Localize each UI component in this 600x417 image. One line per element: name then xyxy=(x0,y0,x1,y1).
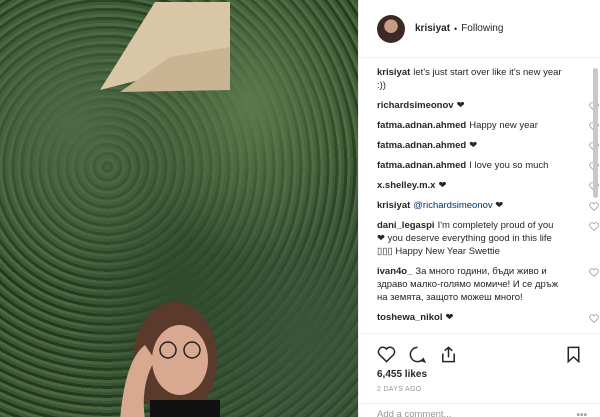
comment-item: richardsimeonov ❤ xyxy=(377,99,599,112)
comment-text: ❤ xyxy=(469,140,478,151)
like-comment-heart-icon[interactable] xyxy=(589,222,599,231)
person-figure xyxy=(120,302,220,417)
header-separator: • xyxy=(454,23,458,34)
comment-user[interactable]: fatma.adnan.ahmed xyxy=(377,160,466,171)
comment-text: ❤ xyxy=(438,180,447,191)
comment-user[interactable]: x.shelley.m.x xyxy=(377,180,435,191)
wall-art-panel xyxy=(100,2,230,92)
like-comment-heart-icon[interactable] xyxy=(589,314,599,323)
comment-user[interactable]: krisiyat xyxy=(377,67,410,78)
comment-item: fatma.adnan.ahmed ❤ xyxy=(377,139,599,152)
post-actions: 6,455 likes 2 DAYS AGO xyxy=(359,333,600,393)
share-icon[interactable] xyxy=(439,345,458,364)
add-comment-input[interactable]: Add a comment... ••• xyxy=(359,403,600,417)
comment-item: fatma.adnan.ahmed I love you so much xyxy=(377,159,599,172)
comment-bubble-icon[interactable] xyxy=(408,345,427,364)
comment-user[interactable]: ivan4o_ xyxy=(377,266,412,277)
comment-item: ivan4o_ За много години, бъди живо и здра… xyxy=(377,265,599,304)
like-count[interactable]: 6,455 likes xyxy=(377,369,583,380)
comment-item: toshewa_nikol ❤ xyxy=(377,311,599,324)
post-sidebar: krisiyat • Following krisiyat let's just … xyxy=(358,0,600,417)
add-comment-placeholder: Add a comment... xyxy=(377,409,452,417)
comment-list: krisiyat let's just start over like it's … xyxy=(377,66,599,328)
comment-text: Happy new year xyxy=(469,120,538,131)
following-button[interactable]: Following xyxy=(461,23,503,34)
comment-user[interactable]: richardsimeonov xyxy=(377,100,454,111)
post-photo[interactable] xyxy=(0,0,358,417)
comment-user[interactable]: fatma.adnan.ahmed xyxy=(377,120,466,131)
comment-text: ❤ xyxy=(445,312,454,323)
comment-user[interactable]: krisiyat xyxy=(377,200,410,211)
avatar[interactable] xyxy=(377,14,405,43)
post-header: krisiyat • Following xyxy=(359,0,600,58)
bookmark-icon[interactable] xyxy=(564,345,583,364)
post-timestamp[interactable]: 2 DAYS AGO xyxy=(377,386,583,393)
comment-user[interactable]: dani_legaspi xyxy=(377,220,435,231)
comments-scrollbar[interactable] xyxy=(593,68,598,198)
comment-user[interactable]: toshewa_nikol xyxy=(377,312,442,323)
comment-mention[interactable]: @richardsimeonov xyxy=(413,200,492,211)
comment-text: ❤ xyxy=(456,100,465,111)
like-heart-icon[interactable] xyxy=(377,345,396,364)
like-comment-heart-icon[interactable] xyxy=(589,202,599,211)
comment-item: krisiyat @richardsimeonov ❤ xyxy=(377,199,599,212)
comment-item: fatma.adnan.ahmed Happy new year xyxy=(377,119,599,132)
comment-item: x.shelley.m.x ❤ xyxy=(377,179,599,192)
comment-text: I love you so much xyxy=(469,160,549,171)
comment-text: ❤ xyxy=(495,200,504,211)
comment-caption: krisiyat let's just start over like it's … xyxy=(377,66,599,92)
post-author[interactable]: krisiyat xyxy=(415,23,450,34)
like-comment-heart-icon[interactable] xyxy=(589,268,599,277)
comment-item: dani_legaspi I'm completely proud of you … xyxy=(377,219,599,258)
comment-user[interactable]: fatma.adnan.ahmed xyxy=(377,140,466,151)
more-options-icon[interactable]: ••• xyxy=(576,410,587,417)
